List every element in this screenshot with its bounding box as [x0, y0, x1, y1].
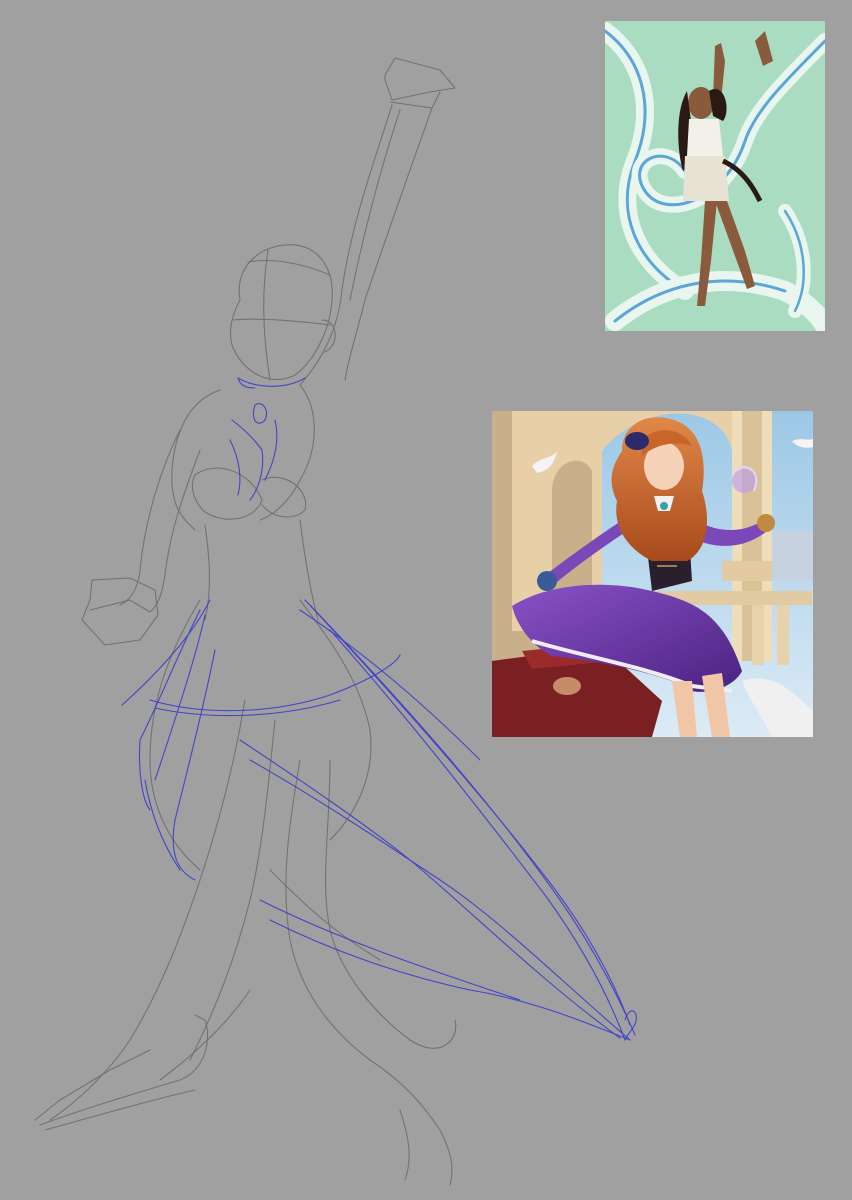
- reference-purple-dress-character[interactable]: [492, 411, 813, 737]
- drawing-canvas[interactable]: [0, 0, 852, 1200]
- dancer-illustration: [605, 21, 825, 331]
- purple-dress-illustration: [492, 411, 813, 737]
- pencil-lines: [34, 57, 457, 1186]
- reference-dancer-water[interactable]: [605, 21, 825, 331]
